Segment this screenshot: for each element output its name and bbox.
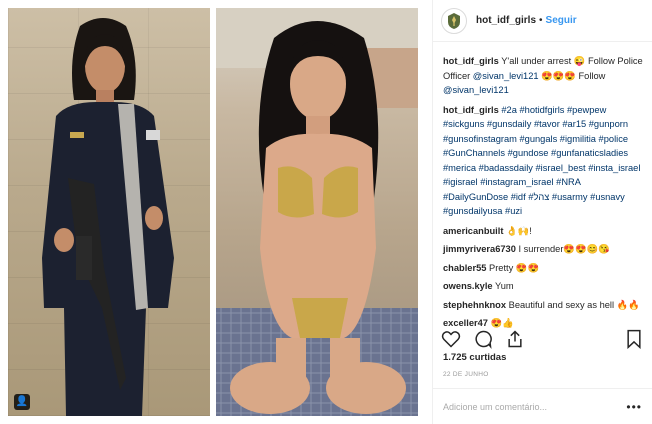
beach-figure	[216, 8, 418, 416]
bookmark-icon[interactable]	[624, 329, 644, 349]
comment-text: 👌🙌!	[503, 225, 532, 236]
comment-text: 😍😍😍 Follow	[538, 70, 606, 81]
comment-item: jimmyrivera6730 I surrender😍😍😊😘	[443, 242, 644, 257]
comment-username[interactable]: hot_idf_girls	[443, 56, 499, 66]
comment-icon[interactable]	[473, 329, 493, 349]
officer-figure	[42, 18, 174, 416]
comment-username[interactable]: stephehnknox	[443, 300, 506, 310]
action-bar	[441, 328, 644, 350]
comment-link[interactable]: #2a #hotidfgirls #pewpew #sickguns #guns…	[443, 105, 640, 217]
post-header: hot_idf_girls • Seguir	[433, 0, 652, 42]
comment-username[interactable]: chabler55	[443, 263, 486, 273]
comment-text: I surrender😍😍😊😘	[515, 244, 610, 254]
comment-text: 😍👍	[487, 318, 514, 328]
comment-text: Beautiful and sexy as hell 🔥🔥	[506, 299, 640, 310]
comment-link[interactable]: @sivan_levi121	[473, 71, 539, 81]
separator-dot: •	[539, 15, 543, 26]
comment-input[interactable]	[443, 401, 627, 412]
post-photo-area: 👤	[0, 0, 425, 424]
idf-emblem-icon	[448, 12, 460, 29]
share-icon[interactable]	[505, 329, 525, 349]
follow-button[interactable]: Seguir	[546, 15, 577, 26]
comment-username[interactable]: americanbuilt	[443, 226, 503, 236]
more-options-icon[interactable]: •••	[626, 400, 642, 414]
post-photo-right[interactable]	[216, 8, 418, 416]
comment-username[interactable]: owens.kyle	[443, 281, 493, 291]
comment-username[interactable]: jimmyrivera6730	[443, 244, 516, 254]
post-date[interactable]: 22 DE JUNHO	[443, 371, 489, 378]
comment-username[interactable]: exceller47	[443, 318, 488, 328]
avatar[interactable]	[441, 7, 467, 34]
user-tag-icon[interactable]: 👤	[14, 394, 30, 410]
post-author-username[interactable]: hot_idf_girls	[476, 15, 536, 26]
post-photo-left[interactable]: 👤	[8, 8, 210, 416]
comment-link[interactable]: @sivan_levi121	[443, 85, 509, 95]
caption-comment: hot_idf_girls #2a #hotidfgirls #pewpew #…	[443, 103, 644, 219]
comment-item: stephehnknox Beautiful and sexy as hell …	[443, 298, 644, 313]
comment-item: owens.kyle Yum	[443, 279, 644, 294]
comment-item: americanbuilt 👌🙌!	[443, 224, 644, 239]
comment-text: Pretty 😍😍	[486, 262, 540, 273]
likes-count[interactable]: 1.725 curtidas	[443, 352, 506, 363]
heart-icon[interactable]	[441, 329, 461, 349]
post-side-panel: hot_idf_girls • Seguir hot_idf_girls Y'a…	[432, 0, 652, 424]
comments-list: hot_idf_girls Y'all under arrest 😜 Follo…	[433, 42, 652, 331]
comment-text: Yum	[492, 281, 514, 291]
caption-comment: hot_idf_girls Y'all under arrest 😜 Follo…	[443, 54, 644, 98]
add-comment-bar: •••	[433, 388, 652, 424]
comment-item: chabler55 Pretty 😍😍	[443, 261, 644, 276]
comment-username[interactable]: hot_idf_girls	[443, 105, 499, 115]
